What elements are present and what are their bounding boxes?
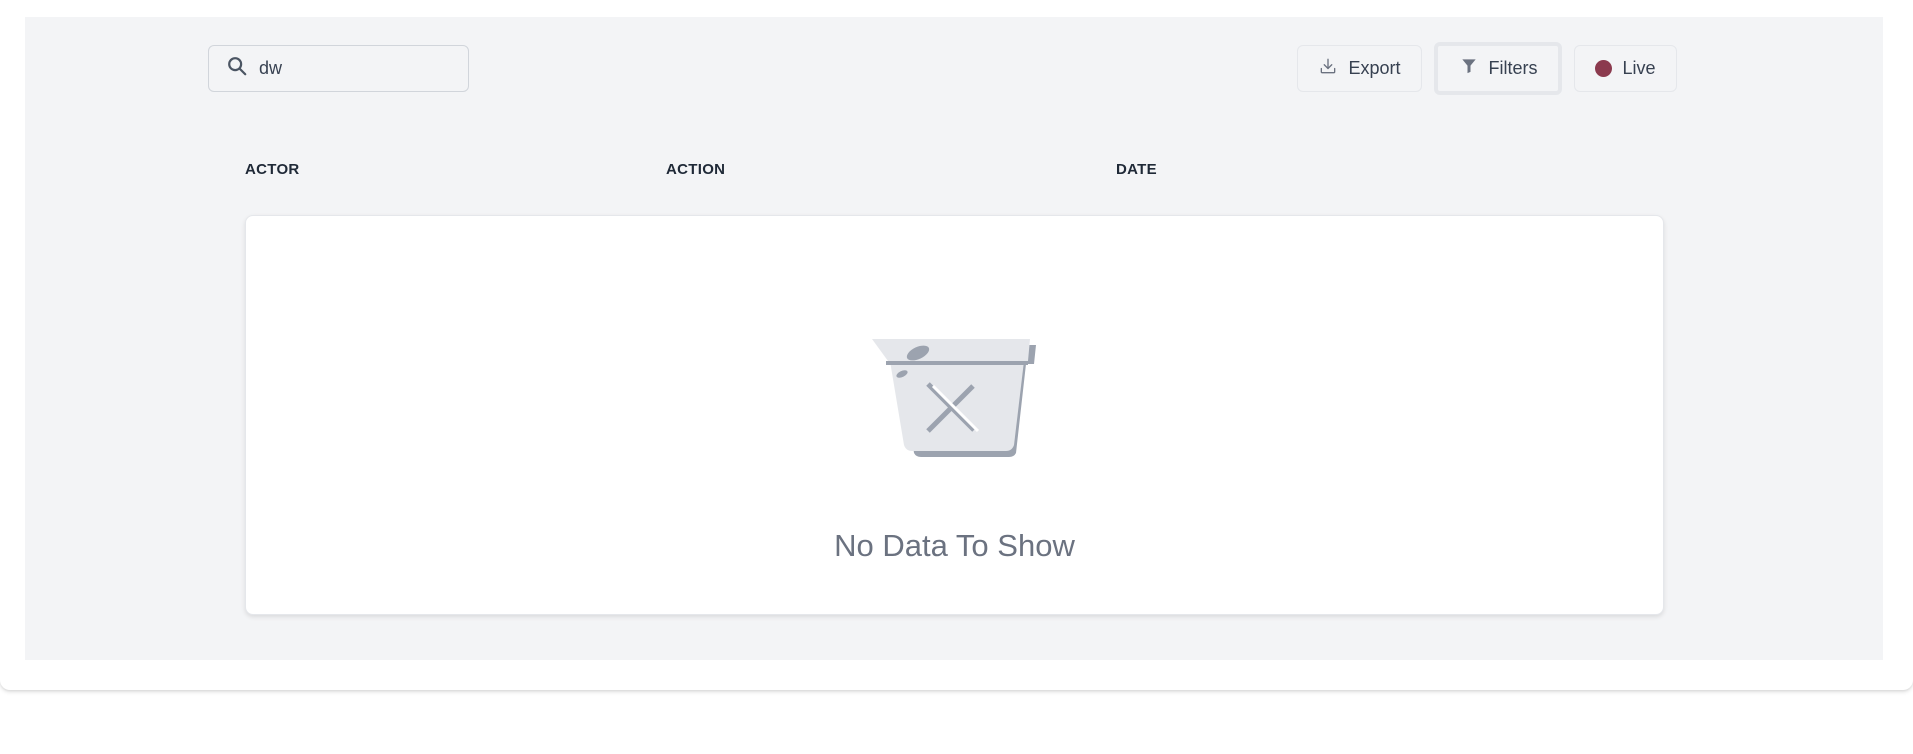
- search-icon: [226, 55, 248, 82]
- column-header-actor: ACTOR: [245, 161, 300, 178]
- audit-log-card: Export Filters Live ACTOR ACTION DATE: [0, 0, 1913, 690]
- filter-icon: [1459, 56, 1479, 81]
- empty-bin-icon: [866, 331, 1046, 461]
- column-header-action: ACTION: [666, 161, 726, 178]
- column-header-date: DATE: [1116, 161, 1157, 178]
- empty-state-card: No Data To Show: [245, 215, 1664, 615]
- live-label: Live: [1622, 58, 1656, 78]
- empty-state-message: No Data To Show: [834, 528, 1075, 563]
- download-icon: [1318, 56, 1338, 81]
- live-status-dot: [1595, 60, 1613, 77]
- filters-label: Filters: [1488, 58, 1538, 78]
- search-box[interactable]: [208, 45, 469, 92]
- toolbar: Export Filters Live: [208, 42, 1677, 95]
- search-input[interactable]: [259, 58, 459, 79]
- live-button[interactable]: Live: [1574, 45, 1677, 92]
- filters-button[interactable]: Filters: [1434, 42, 1562, 95]
- export-button[interactable]: Export: [1297, 45, 1422, 92]
- export-label: Export: [1348, 58, 1401, 78]
